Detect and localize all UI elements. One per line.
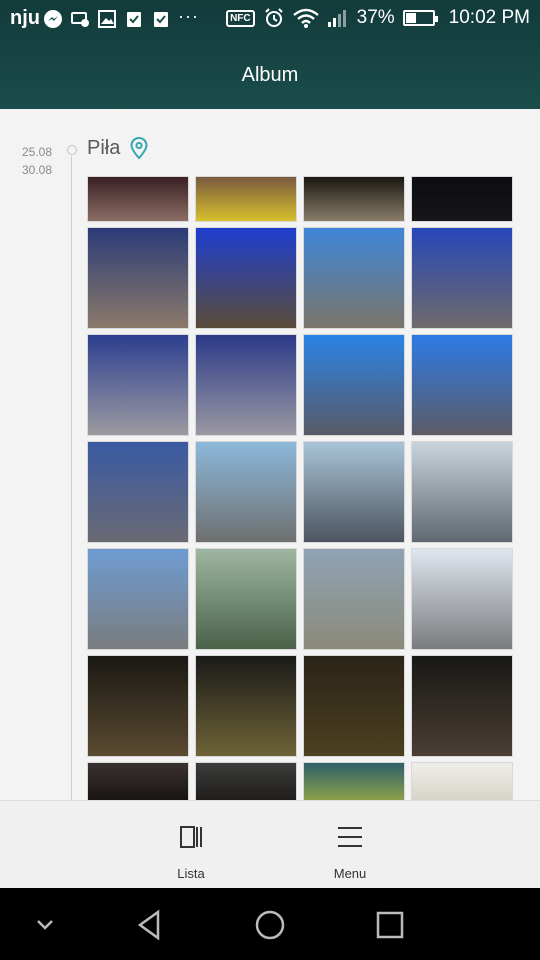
battery-percentage: 37%: [356, 7, 395, 28]
photo-thumbnail[interactable]: [303, 176, 405, 222]
status-bar: nju ··· NFC 37% 10:02 PM: [0, 0, 540, 38]
wifi-icon: [292, 8, 319, 28]
status-right-group: NFC 37% 10:02 PM: [226, 7, 530, 29]
nfc-icon: NFC: [226, 9, 255, 27]
photo-thumbnail[interactable]: [87, 762, 189, 800]
image-icon: [98, 10, 116, 28]
photo-thumbnail[interactable]: [195, 441, 297, 543]
clipboard-check-icon: [154, 12, 168, 27]
photo-thumbnail[interactable]: [411, 176, 513, 222]
photo-thumbnail[interactable]: [87, 655, 189, 757]
photo-thumbnail[interactable]: [411, 334, 513, 436]
bottom-action-bar: Lista Menu: [0, 800, 540, 888]
photo-thumbnail[interactable]: [411, 548, 513, 650]
photo-thumbnail[interactable]: [411, 227, 513, 329]
carrier-label: nju: [10, 7, 40, 29]
photo-thumbnail[interactable]: [411, 762, 513, 800]
list-view-icon: [180, 826, 202, 848]
photo-thumbnail[interactable]: [87, 548, 189, 650]
battery-fill: [405, 13, 416, 23]
photo-thumbnail[interactable]: [195, 655, 297, 757]
photo-thumbnail[interactable]: [195, 548, 297, 650]
photo-thumbnail[interactable]: [411, 655, 513, 757]
system-nav-bar: [0, 888, 540, 960]
list-view-label: Lista: [177, 866, 205, 881]
menu-button[interactable]: Menu: [300, 811, 400, 881]
top-bar: nju ··· NFC 37% 10:02 PM Album: [0, 0, 540, 109]
recents-square-icon[interactable]: [370, 908, 410, 942]
photo-thumbnail[interactable]: [303, 655, 405, 757]
photo-thumbnail[interactable]: [195, 334, 297, 436]
cell-signal-icon: [327, 10, 346, 27]
home-circle-icon[interactable]: [250, 908, 290, 942]
back-triangle-icon[interactable]: [130, 908, 170, 942]
photo-thumbnail[interactable]: [87, 227, 189, 329]
timeline-line: [71, 156, 72, 800]
album-content[interactable]: 25.08 30.08 Piła: [0, 109, 540, 800]
menu-label: Menu: [333, 866, 367, 881]
alarm-icon: [264, 8, 283, 27]
date-end: 30.08: [22, 163, 53, 177]
photo-thumbnail[interactable]: [303, 334, 405, 436]
more-notifications-dots: ···: [178, 6, 199, 26]
photo-thumbnail[interactable]: [195, 176, 297, 222]
photo-thumbnail[interactable]: [195, 762, 297, 800]
message-status-icon: [71, 12, 89, 27]
photo-thumbnail[interactable]: [303, 441, 405, 543]
photo-thumbnail[interactable]: [195, 227, 297, 329]
place-name: Piła: [87, 137, 121, 159]
photo-thumbnail[interactable]: [87, 176, 189, 222]
photo-thumbnail[interactable]: [87, 441, 189, 543]
photo-thumbnail[interactable]: [303, 227, 405, 329]
chevron-down-icon[interactable]: [25, 908, 65, 942]
battery-icon: [402, 10, 438, 26]
photo-thumbnail[interactable]: [303, 762, 405, 800]
menu-icon: [338, 827, 362, 847]
photo-grid: [87, 176, 513, 800]
clock: 10:02 PM: [448, 7, 530, 28]
clipboard-check-icon: [127, 12, 141, 27]
location-pin-icon[interactable]: [130, 137, 148, 161]
list-view-button[interactable]: Lista: [141, 811, 241, 881]
messenger-icon: [44, 10, 62, 28]
date-start: 25.08: [22, 145, 53, 159]
photo-thumbnail[interactable]: [411, 441, 513, 543]
page-title: Album: [241, 64, 299, 86]
photo-thumbnail[interactable]: [87, 334, 189, 436]
timeline-dot: [67, 145, 77, 155]
photo-thumbnail[interactable]: [303, 548, 405, 650]
date-range: 25.08 30.08: [22, 143, 52, 179]
